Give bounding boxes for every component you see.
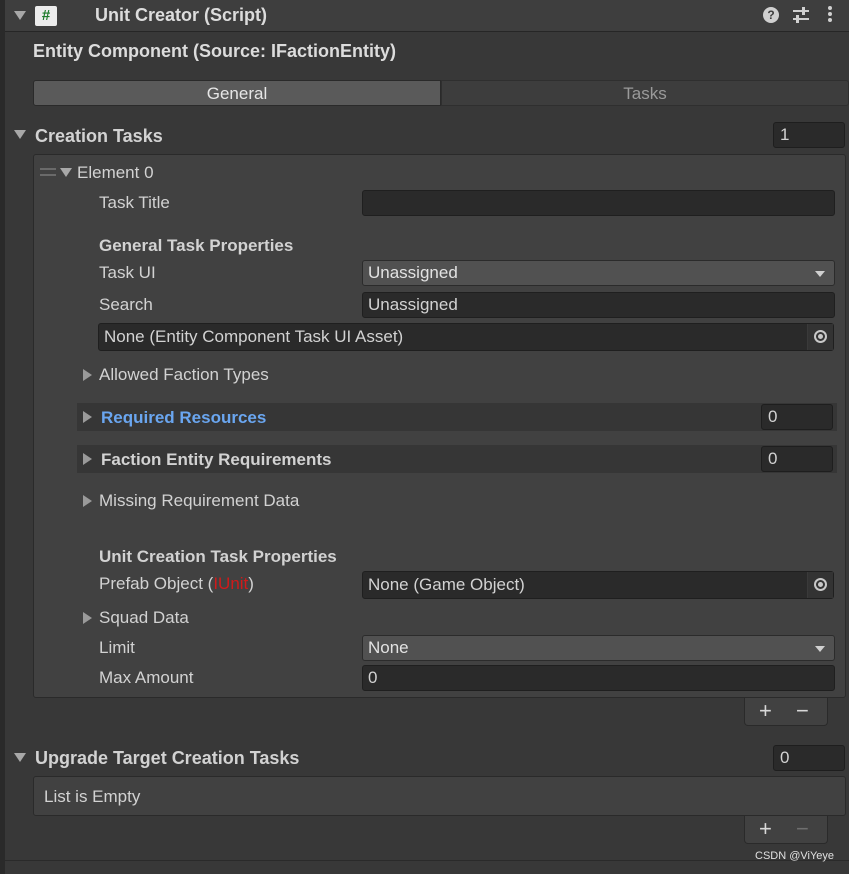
required-resources-size-field[interactable]: 0 <box>761 404 833 430</box>
object-picker-icon <box>814 330 827 343</box>
watermark: CSDN @ViYeye <box>755 850 835 862</box>
task-ui-value: Unassigned <box>368 263 458 282</box>
max-amount-input[interactable]: 0 <box>362 665 835 691</box>
remove-upgrade-element-button[interactable]: − <box>796 817 809 841</box>
missing-requirement-data-label[interactable]: Missing Requirement Data <box>99 491 299 511</box>
task-ui-dropdown[interactable]: Unassigned <box>362 260 835 286</box>
creation-tasks-size-field[interactable]: 1 <box>773 122 845 148</box>
prefab-object-value: None (Game Object) <box>368 575 525 594</box>
creation-tasks-foldout-icon[interactable] <box>14 130 26 139</box>
element-0-label[interactable]: Element 0 <box>77 163 154 183</box>
object-picker-button[interactable] <box>807 324 833 350</box>
max-amount-label: Max Amount <box>99 668 194 687</box>
task-title-label: Task Title <box>99 193 170 212</box>
reorder-handle-icon[interactable] <box>40 168 56 176</box>
tab-tasks[interactable]: Tasks <box>441 80 849 106</box>
tab-general[interactable]: General <box>33 80 441 106</box>
general-task-properties-header: General Task Properties <box>99 236 294 255</box>
limit-dropdown[interactable]: None <box>362 635 835 661</box>
help-icon[interactable]: ? <box>763 7 779 23</box>
component-foldout-arrow-icon[interactable] <box>14 11 26 20</box>
limit-value: None <box>368 638 409 657</box>
allowed-faction-types-foldout-icon[interactable] <box>83 369 92 381</box>
add-upgrade-element-button[interactable]: + <box>759 817 772 841</box>
upgrade-tasks-list <box>33 776 846 816</box>
script-icon: # <box>35 6 57 26</box>
remove-element-button[interactable]: − <box>796 699 809 723</box>
add-element-button[interactable]: + <box>759 699 772 723</box>
search-input[interactable]: Unassigned <box>362 292 835 318</box>
creation-tasks-label[interactable]: Creation Tasks <box>35 126 163 147</box>
faction-entity-requirements-size-field[interactable]: 0 <box>761 446 833 472</box>
required-resources-foldout-icon[interactable] <box>83 411 92 423</box>
search-label: Search <box>99 295 153 314</box>
upgrade-tasks-size-field[interactable]: 0 <box>773 745 845 771</box>
faction-entity-requirements-foldout-icon[interactable] <box>83 453 92 465</box>
prefab-object-type: IUnit <box>213 574 249 593</box>
entity-component-title: Entity Component (Source: IFactionEntity… <box>33 41 396 61</box>
prefab-object-field[interactable]: None (Game Object) <box>362 571 834 599</box>
element-foldout-icon[interactable] <box>60 168 72 177</box>
component-title: Unit Creator (Script) <box>95 5 268 25</box>
task-ui-asset-value: None (Entity Component Task UI Asset) <box>104 327 404 346</box>
allowed-faction-types-label[interactable]: Allowed Faction Types <box>99 365 269 385</box>
object-picker-icon <box>814 578 827 591</box>
upgrade-tasks-footer <box>744 816 828 844</box>
prefab-object-label-suffix: ) <box>248 574 254 593</box>
presets-icon[interactable] <box>792 6 810 24</box>
list-empty-text: List is Empty <box>44 787 141 806</box>
upgrade-target-creation-tasks-label[interactable]: Upgrade Target Creation Tasks <box>35 748 299 769</box>
missing-requirement-data-foldout-icon[interactable] <box>83 495 92 507</box>
unit-creation-task-properties-header: Unit Creation Task Properties <box>99 547 337 566</box>
bottom-divider <box>5 860 849 861</box>
required-resources-label[interactable]: Required Resources <box>101 408 266 428</box>
limit-label: Limit <box>99 638 135 657</box>
prefab-object-label: Prefab Object (IUnit) <box>99 574 254 594</box>
upgrade-tasks-foldout-icon[interactable] <box>14 753 26 762</box>
squad-data-label[interactable]: Squad Data <box>99 608 189 628</box>
prefab-object-label-prefix: Prefab Object ( <box>99 574 214 593</box>
creation-tasks-footer <box>744 698 828 726</box>
left-edge <box>0 0 5 874</box>
faction-entity-requirements-label[interactable]: Faction Entity Requirements <box>101 450 331 470</box>
chevron-down-icon <box>815 646 825 652</box>
task-ui-label: Task UI <box>99 263 156 282</box>
chevron-down-icon <box>815 271 825 277</box>
task-ui-asset-field[interactable]: None (Entity Component Task UI Asset) <box>98 323 834 351</box>
squad-data-foldout-icon[interactable] <box>83 612 92 624</box>
more-options-icon[interactable] <box>827 6 833 26</box>
task-title-input[interactable] <box>362 190 835 216</box>
prefab-picker-button[interactable] <box>807 572 833 598</box>
